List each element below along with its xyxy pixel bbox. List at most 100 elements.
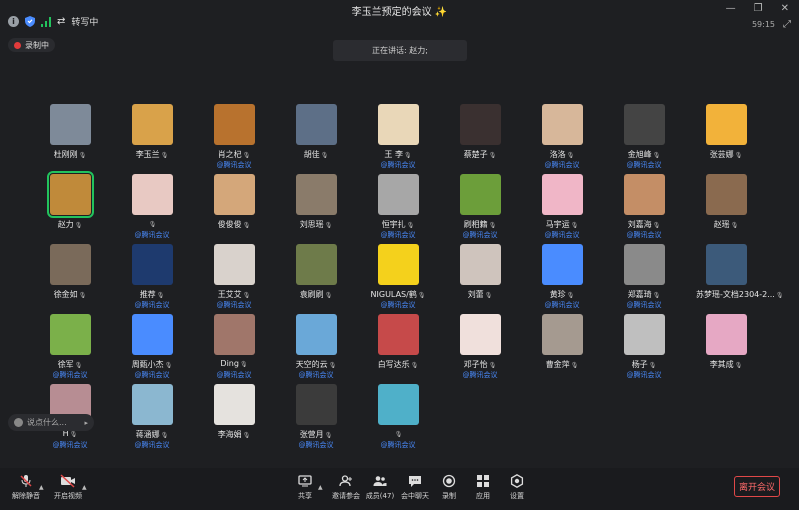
- settings-button[interactable]: 设置: [497, 474, 537, 501]
- fullscreen-icon[interactable]: ⤢: [783, 19, 791, 30]
- participant-name-text: Ding: [220, 359, 239, 368]
- minimize-icon[interactable]: —: [726, 3, 736, 14]
- participant-avatar: [460, 104, 501, 145]
- participant-avatar: [460, 174, 501, 215]
- mute-caret-icon[interactable]: ▲: [39, 484, 44, 491]
- participant-name: 赵瑶🎙: [696, 219, 756, 230]
- participant-avatar: [378, 314, 419, 355]
- participant-source: @腾讯会议: [380, 301, 416, 309]
- leave-meeting-button[interactable]: 离开会议: [734, 476, 780, 497]
- participant-name-text: 天空的云: [295, 360, 328, 369]
- participant-name-text: 郑嘉琦: [627, 290, 652, 299]
- participant-name: 王艾艾🎙: [204, 289, 264, 300]
- record-label: 录制: [442, 492, 456, 500]
- participant-source: @腾讯会议: [298, 441, 334, 449]
- participant-name-text: 俊俊俊: [217, 220, 242, 229]
- participant-avatar: [706, 174, 747, 215]
- participant-name: 郑嘉琦🎙: [614, 289, 674, 300]
- recording-label: 录制中: [25, 40, 49, 50]
- mic-icon: 🎙: [730, 222, 739, 229]
- chat-label: 会中聊天: [401, 492, 429, 500]
- participant-source: @腾讯会议: [544, 231, 580, 239]
- participant-name: 🎙: [368, 429, 428, 438]
- mic-icon: 🎙: [652, 152, 661, 159]
- participant-avatar: [542, 174, 583, 215]
- mic-icon: 🎙: [164, 362, 173, 369]
- participant-source: @腾讯会议: [544, 301, 580, 309]
- participant-avatar: [378, 104, 419, 145]
- participant-name-text: 刘思瑶: [299, 220, 324, 229]
- signal-icon[interactable]: [41, 16, 51, 27]
- apps-icon: [477, 475, 489, 487]
- video-label: 开启视频: [54, 492, 82, 500]
- camera-off-icon: [60, 474, 75, 488]
- mic-icon: 🎙: [410, 362, 419, 369]
- participant-name-text: 刷相籍: [463, 220, 488, 229]
- participant-avatar: [378, 384, 419, 425]
- participant-name-text: 肖之杞: [217, 150, 242, 159]
- video-caret-icon[interactable]: ▲: [82, 484, 87, 491]
- participant-avatar: [132, 104, 173, 145]
- participant-name: 金旭峰🎙: [614, 149, 674, 160]
- maximize-icon[interactable]: ❐: [754, 3, 763, 14]
- chat-input[interactable]: 说点什么... ▸: [8, 414, 94, 431]
- mic-icon: 🎙: [74, 362, 83, 369]
- participant-avatar: [296, 244, 337, 285]
- share-label: 共享: [298, 492, 312, 500]
- recording-badge[interactable]: 录制中: [8, 38, 55, 52]
- mic-icon: 🎙: [324, 222, 333, 229]
- participant-source: @腾讯会议: [462, 231, 498, 239]
- mic-icon: 🎙: [566, 292, 575, 299]
- mic-icon: 🎙: [239, 361, 248, 368]
- participant-name-text: 刘嘉海: [627, 220, 652, 229]
- participant-name: Ding🎙: [204, 359, 264, 368]
- participant-name-text: NIGULAS/鹤: [370, 290, 417, 299]
- participant-name: 洛洛🎙: [532, 149, 592, 160]
- participant-name: 刘蕾🎙: [450, 289, 510, 300]
- members-button[interactable]: 成员(47): [360, 474, 400, 501]
- participant-avatar: [706, 314, 747, 355]
- participant-source: @腾讯会议: [544, 161, 580, 169]
- participant-name: 肖之杞🎙: [204, 149, 264, 160]
- close-icon[interactable]: ✕: [781, 3, 789, 14]
- participant-source: @腾讯会议: [462, 371, 498, 379]
- mic-icon: 🎙: [69, 431, 78, 438]
- chevron-right-icon[interactable]: ▸: [84, 419, 88, 427]
- participant-name: 蒋涵娜🎙: [122, 429, 182, 440]
- participant-name-text: 杜刚刚: [53, 150, 78, 159]
- gear-icon: [510, 474, 524, 488]
- share-caret-icon[interactable]: ▲: [318, 484, 323, 491]
- mic-icon: 🎙: [320, 152, 329, 159]
- participant-name-text: 金旭峰: [627, 150, 652, 159]
- participant-name: 周甄小杰🎙: [122, 359, 182, 370]
- record-icon: [442, 474, 456, 488]
- participant-source: @腾讯会议: [626, 371, 662, 379]
- participant-avatar: [624, 174, 665, 215]
- participant-name-text: 李海娟: [217, 430, 242, 439]
- mic-off-icon: [20, 475, 32, 487]
- mic-icon: 🎙: [156, 292, 165, 299]
- mic-icon: 🎙: [242, 292, 251, 299]
- mic-icon: 🎙: [160, 152, 169, 159]
- participant-name: 袁刷刷🎙: [286, 289, 346, 300]
- participant-avatar: [706, 244, 747, 285]
- participant-name: 蔡楚子🎙: [450, 149, 510, 160]
- participant-avatar: [460, 314, 501, 355]
- emoji-icon[interactable]: [14, 418, 23, 427]
- participant-source: @腾讯会议: [216, 161, 252, 169]
- mic-icon: 🎙: [648, 362, 657, 369]
- participant-avatar: [214, 314, 255, 355]
- participant-avatar: [296, 384, 337, 425]
- mic-icon: 🎙: [484, 292, 493, 299]
- participant-name: 刷相籍🎙: [450, 219, 510, 230]
- mic-icon: 🎙: [242, 152, 251, 159]
- mic-icon: 🎙: [324, 292, 333, 299]
- members-icon: [373, 476, 387, 486]
- mic-icon: 🎙: [74, 222, 83, 229]
- participant-source: @腾讯会议: [216, 371, 252, 379]
- participant-source: @腾讯会议: [134, 441, 170, 449]
- participant-source: @腾讯会议: [626, 231, 662, 239]
- participant-name-text: 苏梦瑶-文档2304-2...: [696, 290, 775, 299]
- participant-name-text: 马宇运: [545, 220, 570, 229]
- participant-name: 刘嘉海🎙: [614, 219, 674, 230]
